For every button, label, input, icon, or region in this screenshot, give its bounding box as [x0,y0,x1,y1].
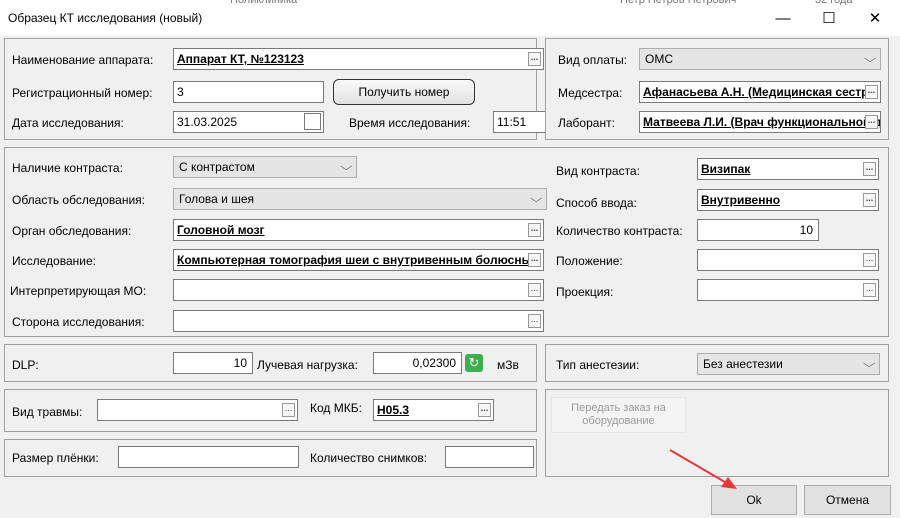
anesthesia-select[interactable]: Без анестезии ⌵ [697,353,880,375]
maximize-icon: ☐ [822,10,836,27]
ellipsis-button[interactable]: ... [865,85,878,99]
position-field[interactable]: ... [697,249,879,271]
contrast-type-label: Вид контраста: [556,164,640,178]
study-side-field[interactable]: ... [173,310,544,332]
dose-unit-label: мЗв [497,358,519,372]
device-name-label: Наименование аппарата: [12,53,154,67]
study-side-label: Сторона исследования: [12,315,145,329]
reg-number-field[interactable]: 3 [173,81,324,103]
route-label: Способ ввода: [556,196,637,210]
time-field[interactable]: 11:51 [493,111,547,133]
interpreting-mo-field[interactable]: ... [173,279,544,301]
refresh-icon[interactable]: ↻ [465,354,483,372]
time-label: Время исследования: [349,116,471,130]
background-window-text: Петр Петров Петрович [620,0,760,5]
contrast-presence-label: Наличие контраста: [12,161,123,175]
dlp-field[interactable]: 10 [173,352,253,374]
exam-area-label: Область обследования: [12,193,146,207]
exam-label: Исследование: [12,254,96,268]
ellipsis-button[interactable]: ... [528,52,541,66]
contrast-amount-field[interactable]: 10 [697,219,819,241]
chevron-down-icon: ⌵ [339,161,353,173]
date-field[interactable]: 31.03.2025 [173,111,324,133]
mkb-code-field[interactable]: H05.3... [373,399,494,421]
image-count-field[interactable] [445,446,534,468]
cancel-button[interactable]: Отмена [804,485,891,515]
position-label: Положение: [556,254,623,268]
device-name-field[interactable]: Аппарат КТ, №123123... [173,48,544,70]
transfer-order-button[interactable]: Передать заказ на оборудование [551,397,686,433]
calendar-checkbox[interactable] [304,113,321,130]
lab-assistant-label: Лаборант: [558,116,615,130]
ellipsis-button[interactable]: ... [478,403,491,417]
date-label: Дата исследования: [12,116,124,130]
ellipsis-button[interactable]: ... [863,283,876,297]
window-title: Образец КТ исследования (новый) [8,11,203,25]
contrast-type-field[interactable]: Визипак... [697,158,879,180]
organ-field[interactable]: Головной мозг... [173,219,544,241]
mkb-code-label: Код МКБ: [310,401,362,415]
nurse-label: Медсестра: [558,86,623,100]
maximize-button[interactable]: ☐ [806,5,852,31]
nurse-field[interactable]: Афанасьева А.Н. (Медицинская сестр... [639,81,881,103]
radiation-load-field[interactable]: 0,02300 [373,352,462,374]
pointer-arrow-icon [669,449,737,489]
ellipsis-button[interactable]: ... [282,403,295,417]
ellipsis-button[interactable]: ... [528,253,541,267]
film-size-label: Размер плёнки: [12,451,99,465]
projection-field[interactable]: ... [697,279,879,301]
chevron-down-icon: ⌵ [529,193,543,205]
injury-type-field[interactable]: ... [97,399,298,421]
minimize-icon: — [775,9,791,27]
ellipsis-button[interactable]: ... [863,253,876,267]
ellipsis-button[interactable]: ... [863,162,876,176]
projection-label: Проекция: [556,285,614,299]
close-button[interactable]: ✕ [852,5,898,31]
contrast-presence-select[interactable]: С контрастом ⌵ [173,156,357,178]
exam-field[interactable]: Компьютерная томография шеи с внутривенн… [173,249,544,271]
injury-type-label: Вид травмы: [12,405,83,419]
title-bar: Поликлиника Петр Петров Петрович 32 года… [0,0,900,36]
reg-number-label: Регистрационный номер: [12,86,153,100]
exam-area-select[interactable]: Голова и шея ⌵ [173,188,547,210]
film-size-field[interactable] [118,446,299,468]
ellipsis-button[interactable]: ... [528,283,541,297]
ellipsis-button[interactable]: ... [865,115,878,129]
ellipsis-button[interactable]: ... [528,223,541,237]
interpreting-mo-label: Интерпретирующая МО: [10,284,147,298]
get-number-button[interactable]: Получить номер [333,79,475,105]
lab-assistant-field[interactable]: Матвеева Л.И. (Врач функциональной д... [639,111,881,133]
payment-type-label: Вид оплаты: [558,53,628,67]
organ-label: Орган обследования: [12,224,132,238]
dlp-label: DLP: [12,358,39,372]
close-icon: ✕ [868,10,882,27]
radiation-load-label: Лучевая нагрузка: [257,358,358,372]
chevron-down-icon: ⌵ [862,358,876,370]
image-count-label: Количество снимков: [310,451,428,465]
contrast-amount-label: Количество контраста: [556,224,683,238]
anesthesia-label: Тип анестезии: [556,358,640,372]
minimize-button[interactable]: — [760,5,806,31]
chevron-down-icon: ⌵ [863,53,877,65]
payment-type-select[interactable]: ОМС ⌵ [639,48,881,70]
background-window-text: Поликлиника [230,0,350,5]
ellipsis-button[interactable]: ... [528,314,541,328]
route-field[interactable]: Внутривенно... [697,189,879,211]
ellipsis-button[interactable]: ... [863,193,876,207]
